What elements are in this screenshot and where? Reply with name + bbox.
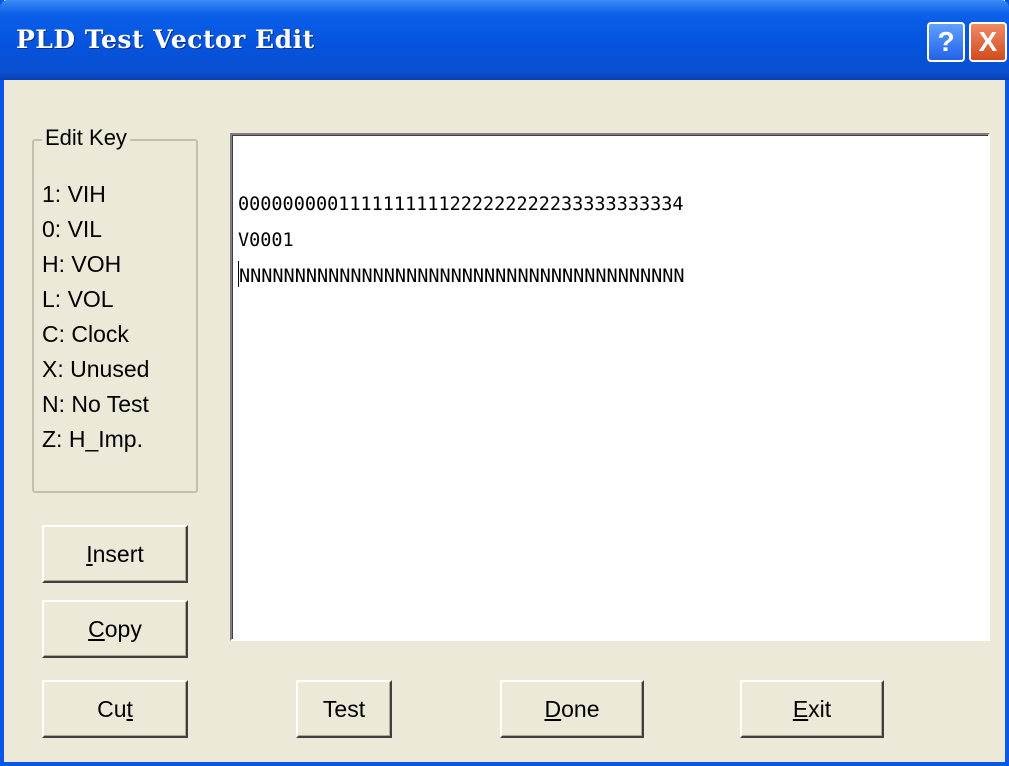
vector-id-line: V0001 [238,230,294,251]
title-bar[interactable]: PLD Test Vector Edit ? X [0,0,1009,80]
insert-button[interactable]: Insert [42,525,188,583]
edit-key-groupbox: Edit Key 1: VIH 0: VIL H: VOH L: VOL C: … [32,125,198,493]
edit-key-list: 1: VIH 0: VIL H: VOH L: VOL C: Clock X: … [42,177,149,457]
vector-editor-textarea[interactable]: 0000000001111111111222222222233333333334… [230,133,990,641]
edit-key-item: 1: VIH [42,181,106,207]
exit-label: Exit [792,695,832,722]
edit-key-item: N: No Test [42,391,149,417]
done-label: Done [544,695,600,722]
window-title: PLD Test Vector Edit [16,25,315,54]
editor-content: 0000000001111111111222222222233333333334… [238,187,685,295]
edit-key-item: 0: VIL [42,216,103,242]
close-icon: X [978,26,998,57]
exit-button[interactable]: Exit [740,680,884,738]
edit-key-item: Z: H_Imp. [42,426,143,452]
edit-key-item: L: VOL [42,286,114,312]
edit-key-item: C: Clock [42,321,129,347]
help-button[interactable]: ? [927,22,965,62]
insert-label: Insert [86,540,144,567]
edit-key-item: H: VOH [42,251,122,277]
test-label: Test [322,695,366,722]
vector-data-line: NNNNNNNNNNNNNNNNNNNNNNNNNNNNNNNNNNNNNNNN [238,259,685,295]
pin-number-row: 0000000001111111111222222222233333333334 [238,194,684,215]
close-button[interactable]: X [969,22,1007,62]
done-button[interactable]: Done [500,680,644,738]
edit-key-title: Edit Key [42,125,130,151]
test-button[interactable]: Test [296,680,392,738]
cut-button[interactable]: Cut [42,680,188,738]
copy-button[interactable]: Copy [42,600,188,658]
cut-label: Cut [97,695,133,722]
edit-key-item: X: Unused [42,356,150,382]
dialog-window: PLD Test Vector Edit ? X Edit Key 1: VIH… [0,0,1009,766]
copy-label: Copy [88,615,142,642]
question-mark-icon: ? [937,26,955,57]
